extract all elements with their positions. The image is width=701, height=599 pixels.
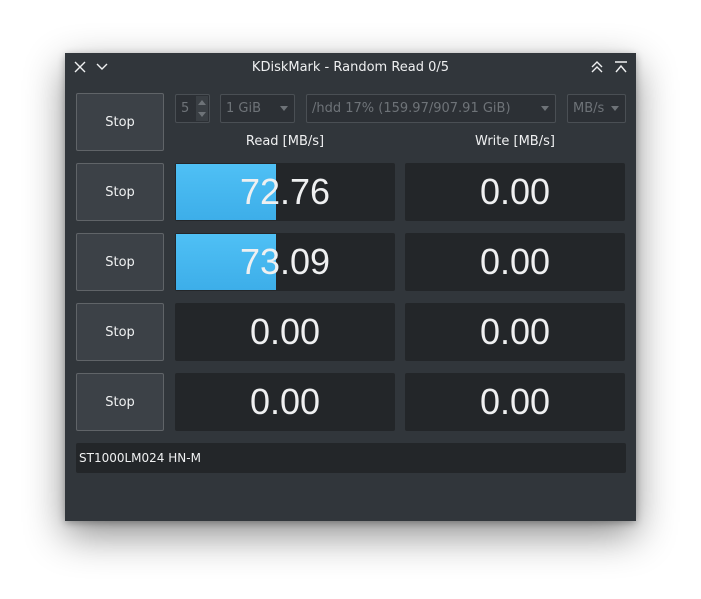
stop-all-button[interactable]: Stop (76, 93, 164, 151)
target-select[interactable]: /hdd 17% (159.97/907.91 GiB) (306, 94, 556, 123)
read-header: Read [MB/s] (245, 134, 325, 149)
file-size-value: 1 GiB (226, 101, 262, 116)
device-info: ST1000LM024 HN-M (76, 443, 626, 473)
write-header: Write [MB/s] (475, 134, 555, 149)
write-result-4: 0.00 (405, 373, 625, 431)
read-result-4: 0.00 (175, 373, 395, 431)
file-size-select[interactable]: 1 GiB (220, 94, 295, 123)
target-value: /hdd 17% (159.97/907.91 GiB) (312, 101, 511, 116)
unit-value: MB/s (573, 101, 605, 116)
stop-button-4[interactable]: Stop (76, 373, 164, 431)
write-value-4: 0.00 (479, 381, 551, 422)
write-value-3: 0.00 (479, 311, 551, 352)
write-value-2: 0.00 (479, 241, 551, 282)
title-bar[interactable]: KDiskMark - Random Read 0/5 (65, 53, 636, 82)
loops-value: 5 (181, 101, 190, 116)
read-value-4: 0.00 (249, 381, 321, 422)
double-chevron-up-icon[interactable] (589, 59, 605, 75)
stop-button-1[interactable]: Stop (76, 163, 164, 221)
write-result-2: 0.00 (405, 233, 625, 291)
chevron-down-icon (541, 106, 549, 111)
unit-select[interactable]: MB/s (567, 94, 626, 123)
kdiskmark-window: KDiskMark - Random Read 0/5 Stop 5 1 GiB… (65, 53, 636, 521)
stop-button-3[interactable]: Stop (76, 303, 164, 361)
read-value-3: 0.00 (249, 311, 321, 352)
maximize-icon[interactable] (613, 59, 629, 75)
stop-button-2[interactable]: Stop (76, 233, 164, 291)
read-result-3: 0.00 (175, 303, 395, 361)
read-result-2: 73.09 (175, 233, 395, 291)
chevron-down-icon (280, 106, 288, 111)
chevron-down-icon (611, 106, 619, 111)
read-value-1: 72.76 (239, 171, 331, 212)
read-value-2: 73.09 (239, 241, 331, 282)
read-result-1: 72.76 (175, 163, 395, 221)
spin-down-icon[interactable] (196, 108, 208, 121)
write-result-1: 0.00 (405, 163, 625, 221)
window-title: KDiskMark - Random Read 0/5 (251, 60, 450, 75)
loops-spinbox[interactable]: 5 (175, 94, 210, 123)
write-result-3: 0.00 (405, 303, 625, 361)
write-value-1: 0.00 (479, 171, 551, 212)
